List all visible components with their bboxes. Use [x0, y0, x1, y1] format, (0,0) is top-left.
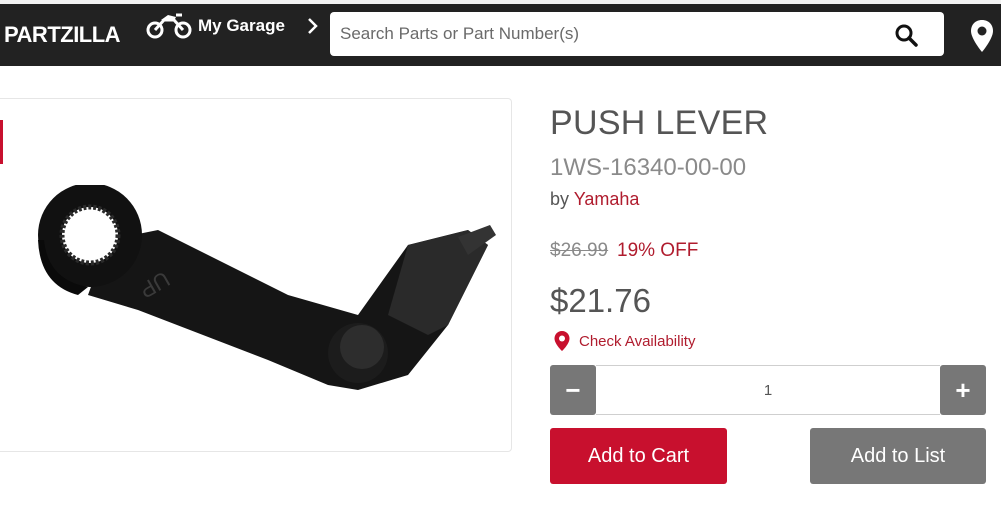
motorcycle-icon — [146, 13, 192, 39]
brand-prefix: by — [550, 189, 574, 209]
site-logo[interactable]: PARTZILLA — [4, 22, 121, 48]
quantity-input[interactable] — [596, 365, 940, 415]
my-garage-label: My Garage — [198, 16, 285, 35]
map-pin-icon[interactable] — [970, 19, 994, 53]
add-to-cart-button[interactable]: Add to Cart — [550, 428, 727, 484]
quantity-stepper: − + — [550, 365, 986, 415]
original-price: $26.99 — [550, 240, 609, 261]
brand-link[interactable]: Yamaha — [574, 189, 640, 209]
increase-quantity-button[interactable]: + — [940, 365, 986, 415]
search-input[interactable] — [330, 14, 870, 54]
sale-price: $21.76 — [550, 282, 651, 319]
product-title: PUSH LEVER — [550, 104, 769, 142]
decrease-quantity-button[interactable]: − — [550, 365, 596, 415]
map-pin-icon — [554, 331, 570, 351]
part-number: 1WS-16340-00-00 — [550, 154, 747, 181]
check-availability-link[interactable]: Check Availability — [553, 330, 695, 352]
check-availability-label: Check Availability — [579, 332, 696, 350]
top-navigation-bar: PARTZILLA My Garage — [0, 0, 1001, 66]
push-lever-image[interactable]: UP — [28, 185, 498, 415]
discount-label: 19% OFF — [617, 240, 699, 261]
add-to-list-button[interactable]: Add to List — [810, 428, 986, 484]
search-icon[interactable] — [894, 23, 918, 47]
sale-ribbon — [0, 120, 3, 164]
chevron-right-icon[interactable] — [306, 16, 320, 36]
search-bar — [330, 12, 944, 56]
brand-line: by Yamaha — [550, 189, 639, 210]
my-garage-link[interactable]: My Garage — [146, 8, 285, 44]
